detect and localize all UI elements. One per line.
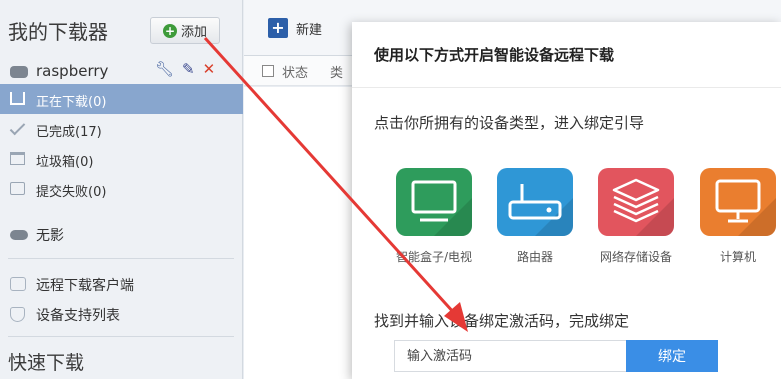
remote-download-dialog: 使用以下方式开启智能设备远程下载 点击你所拥有的设备类型，进入绑定引导 智能盒子… (352, 22, 781, 379)
sidebar: 我的下载器 + 添加 raspberry 🔧︎ ✎ ✕ 正在下载(0) 已完成(… (0, 0, 243, 379)
sidebar-item-downloading[interactable]: 正在下载(0) (0, 84, 243, 114)
sidebar-item-label: 已完成(17) (36, 125, 102, 140)
divider (8, 336, 234, 337)
plus-icon: + (268, 18, 288, 38)
sidebar-item-label: 垃圾箱(0) (36, 155, 94, 170)
router-icon (497, 168, 573, 236)
remote-client-icon (10, 277, 26, 291)
sidebar-item-trash[interactable]: 垃圾箱(0) (0, 144, 243, 174)
failed-submit-icon (10, 182, 25, 195)
dialog-title: 使用以下方式开启智能设备远程下载 (374, 46, 615, 64)
download-icon (10, 92, 25, 105)
computer-monitor-icon (700, 168, 776, 236)
delete-icon[interactable]: ✕ (203, 60, 216, 78)
add-device-button[interactable]: + 添加 (150, 17, 220, 44)
check-icon (9, 119, 26, 136)
sidebar-item-completed[interactable]: 已完成(17) (0, 114, 243, 144)
sidebar-header: 我的下载器 + 添加 (0, 0, 243, 58)
activation-code-input[interactable] (394, 340, 626, 372)
select-all-checkbox[interactable] (262, 65, 274, 77)
storage-layers-icon (598, 168, 674, 236)
device-card-computer[interactable]: 计算机 (698, 168, 778, 265)
new-task-label: 新建 (296, 22, 323, 38)
sidebar-item-failed[interactable]: 提交失败(0) (0, 174, 243, 204)
device-row-raspberry[interactable]: raspberry 🔧︎ ✎ ✕ (0, 58, 243, 84)
column-type[interactable]: 类 (330, 62, 343, 81)
wrench-icon[interactable]: 🔧︎ (155, 60, 174, 78)
divider (8, 258, 234, 259)
tv-icon (396, 168, 472, 236)
sidebar-item-label: 正在下载(0) (36, 95, 107, 110)
device-tools: 🔧︎ ✎ ✕ (155, 60, 215, 78)
sidebar-item-label: 提交失败(0) (36, 185, 107, 200)
cloud-device-icon (10, 230, 28, 240)
bind-instruction: 找到并输入设备绑定激活码，完成绑定 (374, 312, 630, 330)
device-card-router[interactable]: 路由器 (495, 168, 575, 265)
device-card-label: 计算机 (719, 250, 756, 264)
column-status[interactable]: 状态 (282, 62, 308, 81)
device-card-nas[interactable]: 网络存储设备 (596, 168, 676, 265)
pencil-icon[interactable]: ✎ (182, 60, 195, 78)
sidebar-title: 我的下载器 (8, 20, 108, 44)
plus-icon: + (162, 23, 177, 38)
bind-button[interactable]: 绑定 (626, 340, 718, 372)
shield-icon (10, 307, 25, 322)
cloud-device-icon (10, 66, 28, 78)
device-card-label: 网络存储设备 (599, 250, 672, 264)
device-card-label: 路由器 (516, 250, 553, 264)
dialog-instruction: 点击你所拥有的设备类型，进入绑定引导 (374, 114, 645, 132)
device-row-wuying[interactable]: 无影 (0, 220, 243, 248)
new-task-button[interactable]: + 新建 (268, 18, 322, 38)
device-name: 无影 (36, 228, 64, 244)
quick-download-title[interactable]: 快速下载 (8, 348, 84, 375)
link-label: 设备支持列表 (36, 308, 120, 324)
divider (352, 87, 781, 88)
trash-icon (10, 152, 25, 165)
device-name: raspberry (36, 62, 109, 80)
link-label: 远程下载客户端 (36, 278, 134, 294)
device-card-smart-tv[interactable]: 智能盒子/电视 (394, 168, 474, 265)
device-support-link[interactable]: 设备支持列表 (0, 300, 243, 328)
add-button-label: 添加 (180, 25, 207, 40)
device-card-label: 智能盒子/电视 (395, 250, 473, 264)
remote-client-link[interactable]: 远程下载客户端 (0, 270, 243, 298)
